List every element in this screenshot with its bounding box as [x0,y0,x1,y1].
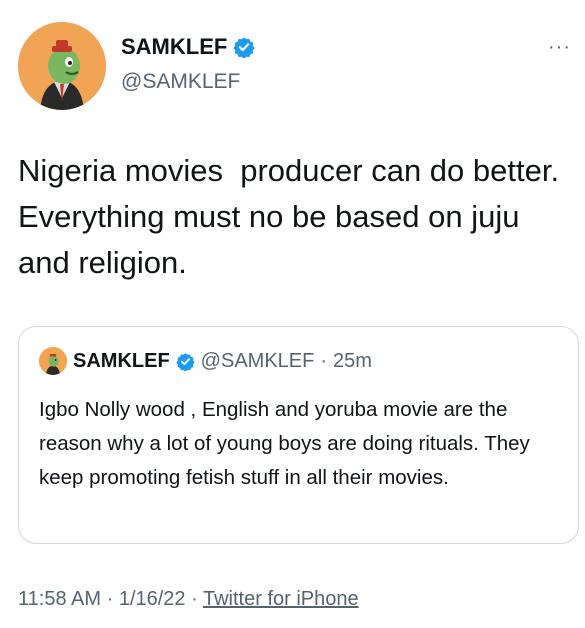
author-name[interactable]: SAMKLEF [121,34,227,60]
author-block: SAMKLEF @SAMKLEF [121,34,255,94]
quoted-author-handle[interactable]: @SAMKLEF [201,350,315,373]
footer-separator: · [191,588,198,610]
quoted-tweet-header: SAMKLEF @SAMKLEF · 25m [39,347,372,375]
quoted-author-avatar[interactable] [39,347,67,375]
verified-badge-icon [233,36,255,58]
quoted-tweet-card[interactable]: SAMKLEF @SAMKLEF · 25m Igbo Nolly wood ,… [18,326,579,544]
quoted-tweet-text: Igbo Nolly wood , English and yoruba mov… [39,398,530,489]
tweet-date[interactable]: 1/16/22 [119,588,186,610]
tweet-time[interactable]: 11:58 AM [18,588,101,610]
author-avatar[interactable] [18,22,106,110]
author-handle[interactable]: @SAMKLEF [121,70,255,94]
cartoon-character-icon [18,22,106,110]
tweet-source-link[interactable]: Twitter for iPhone [203,588,359,610]
cartoon-character-icon [39,347,67,375]
tweet-footer: 11:58 AM · 1/16/22 · Twitter for iPhone [18,588,359,611]
quoted-author-name[interactable]: SAMKLEF [73,350,170,373]
more-options-icon[interactable]: ··· [548,36,571,59]
quoted-separator: · [320,349,328,372]
author-name-row: SAMKLEF [121,34,255,60]
quoted-timestamp[interactable]: 25m [333,350,372,373]
verified-badge-icon [175,352,195,371]
tweet-text: Nigeria movies producer can do better. E… [18,153,577,280]
footer-separator: · [106,588,114,610]
